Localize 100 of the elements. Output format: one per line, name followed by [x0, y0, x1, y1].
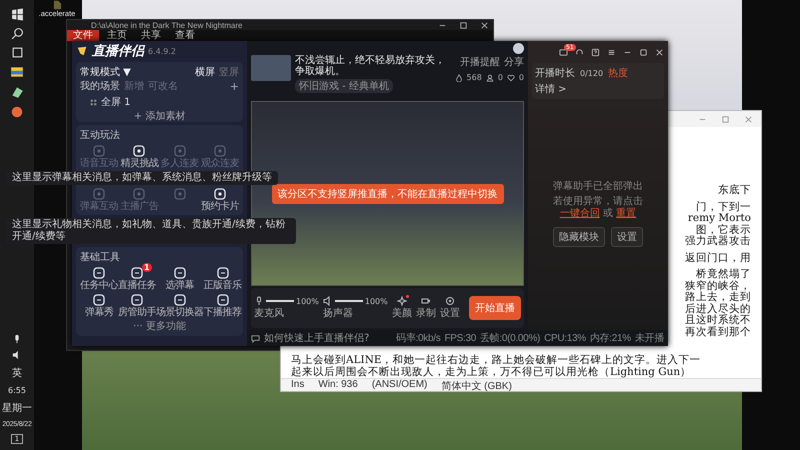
tool-label: 弹幕互动: [80, 201, 118, 212]
status-text: (ANSI/OEM): [372, 379, 428, 391]
document-text: 返回门口，用: [685, 250, 751, 264]
status-text: Ins: [291, 379, 304, 391]
avatar[interactable]: [513, 42, 524, 54]
document-text: 东底下: [718, 185, 751, 196]
sparkle-icon[interactable]: [396, 296, 407, 306]
tool-label: 精灵挑战: [120, 158, 158, 169]
tool-label: 场景切换器: [156, 307, 204, 318]
heart-icon: [506, 74, 515, 82]
stream-title: 不浅尝辄止，绝不轻易放弃攻关，争取爆机。: [295, 55, 446, 77]
start-live-button[interactable]: 开始直播: [469, 296, 521, 320]
cover-thumbnail[interactable]: [251, 55, 291, 81]
help-icon[interactable]: [591, 48, 600, 56]
task-view-icon[interactable]: [10, 46, 24, 59]
close-icon[interactable]: [655, 48, 664, 56]
panel-button[interactable]: 隐藏模块: [553, 226, 605, 246]
message-icon[interactable]: [559, 48, 568, 56]
chat-icon[interactable]: [251, 334, 260, 342]
notice-text: 弹幕助手已全部弹出: [553, 180, 643, 192]
search-icon[interactable]: [10, 27, 24, 40]
document-text: 再次看到那个: [685, 326, 751, 338]
heat-link[interactable]: 热度: [608, 66, 628, 80]
volume-reading: 100%: [296, 296, 319, 306]
tool-label: 多人连麦: [160, 158, 199, 169]
maximize-icon[interactable]: [639, 48, 648, 56]
stat-value: 568: [466, 73, 482, 82]
tool-label: 房管助手: [118, 307, 156, 318]
stat-value: 0: [498, 73, 503, 82]
document-text: 桥竟然塌了: [696, 267, 751, 280]
section-title: 基础工具: [80, 250, 121, 264]
status-text: 码率:0kb/s: [396, 332, 440, 345]
status-text: 丢帧:0(0.00%): [480, 332, 540, 345]
scene-item[interactable]: 全屏 1: [101, 95, 131, 109]
maximize-icon[interactable]: [459, 20, 468, 30]
tool-label: 下播推荐: [204, 307, 242, 318]
folder-icon[interactable]: [10, 65, 24, 79]
tool-label: 弹幕秀: [84, 307, 114, 318]
tooltip: 这里显示弹幕相关消息，如弹幕、系统消息、粉丝牌升级等: [6, 171, 278, 185]
help-link[interactable]: 如何快速上手直播伴侣?: [264, 331, 370, 345]
document-text: 图，它表示: [696, 224, 751, 236]
tool-label: 选弹幕: [166, 280, 194, 291]
clock-weekday: 星期一: [2, 402, 32, 415]
control-label: 扬声器: [322, 306, 353, 320]
document-text: 强力武器攻击: [685, 236, 751, 248]
more-features-button[interactable]: ··· 更多功能: [133, 319, 186, 333]
category-tag[interactable]: 怀旧游戏 - 经典单机: [295, 79, 393, 93]
share-button[interactable]: 分享: [504, 55, 524, 69]
status-text: CPU:13%: [544, 332, 586, 344]
section-title: 互动玩法: [80, 128, 121, 142]
document-text: 狭窄的峡谷，: [685, 280, 751, 292]
add-source-button[interactable]: + 添加素材: [134, 109, 186, 123]
person-icon: [486, 74, 494, 82]
document-text: 路上去，走到: [685, 292, 751, 303]
ribbon-tab[interactable]: 主页: [101, 30, 133, 41]
mode-dropdown[interactable]: 常规模式 ▼: [80, 65, 131, 79]
document-text: 马上会碰到ALINE，和她一起往右边走，路上她会破解一些石碑上的文字。进入下一: [291, 355, 702, 366]
panel-button[interactable]: 设置: [611, 226, 643, 246]
microphone-icon[interactable]: [254, 296, 264, 306]
ribbon-tab[interactable]: 文件: [67, 30, 99, 41]
reset-link[interactable]: 重置: [616, 208, 636, 218]
control-label: 设置: [440, 306, 460, 320]
document-text: 后进入尽头的: [685, 304, 751, 314]
merge-link[interactable]: 一键合回: [560, 208, 600, 218]
headset-icon[interactable]: [575, 48, 584, 56]
document-text: 门，下到一: [696, 200, 751, 213]
control-label: 录制: [416, 306, 436, 320]
tool-label: 直播任务: [118, 280, 156, 291]
tool-label: 正版音乐: [204, 280, 242, 291]
tool-label: 主播广告: [120, 201, 158, 212]
hint-text: 若使用异常，请点击 一键合回 或 重置: [552, 196, 644, 220]
status-text: 内存:21%: [590, 332, 631, 345]
window-title: D:\a\Alone in the Dark The New Nightmare: [90, 20, 242, 30]
app-logo: 直播伴侣: [92, 43, 144, 60]
video-camera-icon[interactable]: [420, 296, 431, 306]
orientation-tab[interactable]: 横屏: [195, 65, 215, 79]
tooltip: 这里显示礼物相关消息，如礼物、道具、贵族开通/续费，钻粉开通/续费等: [6, 218, 296, 244]
settings-icon[interactable]: [444, 296, 455, 306]
section-title: 我的场景: [80, 80, 120, 93]
control-label: 美颜: [392, 306, 412, 320]
volume-reading: 100%: [364, 296, 388, 306]
grid-icon: [90, 98, 97, 106]
control-label: 麦克风: [254, 306, 284, 320]
logo-icon: [76, 45, 88, 57]
reminder-button[interactable]: 开播提醒: [460, 55, 500, 69]
menu-icon[interactable]: [607, 48, 616, 56]
details-link[interactable]: 详情 >: [535, 82, 567, 96]
status-text: 简体中文 (GBK): [441, 380, 512, 391]
stat-value: 0: [518, 73, 524, 82]
ribbon-tab[interactable]: 共享: [135, 30, 167, 41]
tool-label: 预约卡片: [200, 201, 239, 212]
close-icon[interactable]: [480, 20, 489, 30]
ribbon-tab[interactable]: 查看: [169, 30, 201, 41]
live-duration-label: 开播时长: [535, 66, 575, 80]
input-language[interactable]: 英: [12, 366, 22, 380]
windows-icon[interactable]: [10, 8, 24, 21]
add-scene-button[interactable]: +: [230, 80, 239, 92]
tool-label: 语音互动: [80, 158, 118, 169]
circle-app-icon[interactable]: [10, 105, 24, 119]
status-text: 未开播: [634, 332, 664, 345]
